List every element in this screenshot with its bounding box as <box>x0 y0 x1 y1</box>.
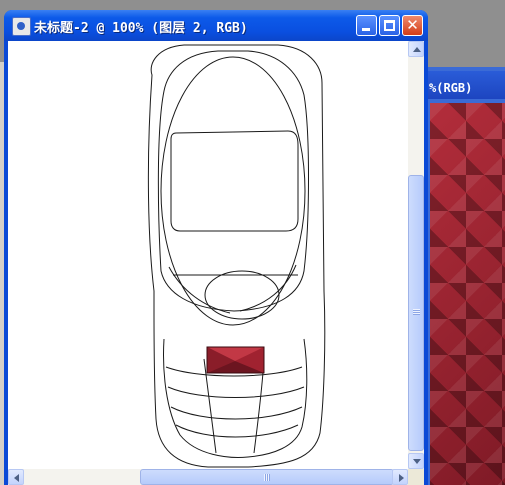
background-document-window[interactable]: %(RGB) <box>425 67 505 485</box>
horizontal-scrollbar[interactable] <box>8 469 408 485</box>
screen-outline <box>170 130 299 232</box>
background-pattern-canvas[interactable] <box>430 103 505 485</box>
key-row-3 <box>170 406 303 420</box>
document-window[interactable]: 未标题-2 @ 100% (图层 2, RGB) ✕ <box>4 10 428 485</box>
background-window-title: %(RGB) <box>429 81 473 95</box>
minimize-icon <box>362 28 370 31</box>
vertical-scrollbar[interactable] <box>408 41 424 469</box>
background-window-titlebar[interactable]: %(RGB) <box>425 71 505 99</box>
nav-line-right <box>239 264 297 312</box>
close-button[interactable]: ✕ <box>402 15 423 36</box>
arrow-down-icon <box>413 459 421 464</box>
maximize-button[interactable] <box>379 15 400 36</box>
window-title: 未标题-2 @ 100% (图层 2, RGB) <box>34 21 248 36</box>
horizontal-scroll-thumb[interactable] <box>140 469 394 485</box>
close-icon: ✕ <box>406 16 419 34</box>
scroll-right-button[interactable] <box>392 469 408 485</box>
minimize-button[interactable] <box>356 15 377 36</box>
red-center-key <box>206 346 265 374</box>
key-row-2 <box>167 386 305 398</box>
image-canvas[interactable] <box>8 41 408 469</box>
maximize-icon <box>384 20 395 31</box>
arrow-right-icon <box>399 474 404 482</box>
phone-body-outline <box>147 44 326 468</box>
arrow-up-icon <box>413 47 421 52</box>
key-row-4 <box>175 424 299 438</box>
scroll-up-button[interactable] <box>408 41 424 57</box>
scroll-left-button[interactable] <box>8 469 24 485</box>
scrollbar-corner <box>408 469 424 485</box>
window-titlebar[interactable]: 未标题-2 @ 100% (图层 2, RGB) ✕ <box>4 10 428 41</box>
grip-icon <box>413 309 420 315</box>
arrow-left-icon <box>14 474 19 482</box>
face-oval <box>160 56 306 326</box>
photoshop-doc-icon[interactable] <box>12 17 31 36</box>
vertical-scroll-thumb[interactable] <box>408 175 424 451</box>
phone-sketch <box>147 44 326 468</box>
nav-button <box>204 270 280 320</box>
scroll-down-button[interactable] <box>408 453 424 469</box>
grip-icon <box>264 474 270 481</box>
document-client-area <box>8 41 424 485</box>
